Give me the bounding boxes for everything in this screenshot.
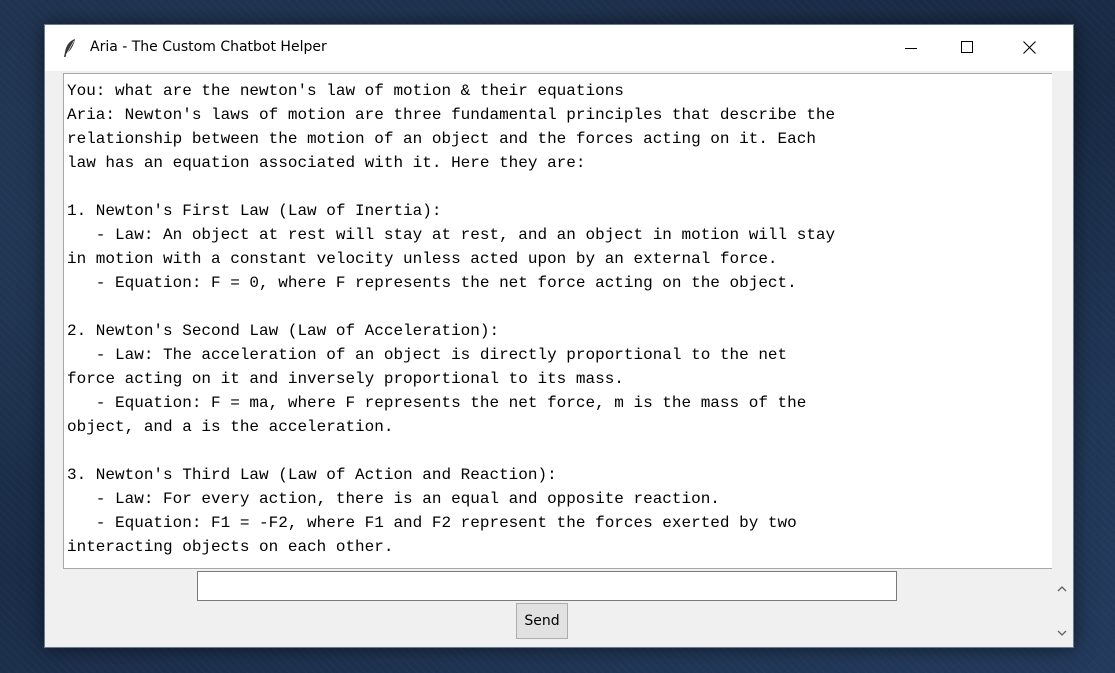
chat-line: 2. Newton's Second Law (Law of Accelerat… <box>67 322 500 340</box>
chat-line: in motion with a constant velocity unles… <box>67 250 778 268</box>
chat-line: - Law: For every action, there is an equ… <box>67 490 720 508</box>
minimize-button[interactable] <box>889 25 935 71</box>
maximize-button[interactable] <box>945 25 991 71</box>
chat-line: interacting objects on each other. <box>67 538 394 556</box>
window-title: Aria - The Custom Chatbot Helper <box>90 39 327 55</box>
chat-line: - Equation: F = ma, where F represents t… <box>67 394 807 412</box>
chat-line: 3. Newton's Third Law (Law of Action and… <box>67 466 557 484</box>
app-window: Aria - The Custom Chatbot Helper You: wh… <box>44 24 1074 648</box>
chat-line: 1. Newton's First Law (Law of Inertia): <box>67 202 442 220</box>
chat-line: - Law: An object at rest will stay at re… <box>67 226 836 244</box>
chat-line: - Equation: F = 0, where F represents th… <box>67 274 797 292</box>
maximize-icon <box>961 41 973 53</box>
chat-transcript: You: what are the newton's law of motion… <box>67 79 835 559</box>
chat-line <box>67 295 835 319</box>
close-button[interactable] <box>1007 25 1053 71</box>
title-bar[interactable]: Aria - The Custom Chatbot Helper <box>45 25 1073 71</box>
chat-line: Aria: Newton's laws of motion are three … <box>67 106 836 124</box>
chat-scrollbar[interactable] <box>1052 73 1072 647</box>
chat-line: force acting on it and inversely proport… <box>67 370 624 388</box>
minimize-icon <box>905 48 917 49</box>
chat-line: relationship between the motion of an ob… <box>67 130 816 148</box>
close-icon <box>1023 41 1036 54</box>
feather-icon <box>63 38 77 58</box>
chat-line: law has an equation associated with it. … <box>67 154 586 172</box>
chat-line: - Equation: F1 = -F2, where F1 and F2 re… <box>67 514 797 532</box>
chat-line <box>67 439 835 463</box>
send-button[interactable]: Send <box>516 603 568 639</box>
chat-line: You: what are the newton's law of motion… <box>67 82 624 100</box>
chevron-down-icon[interactable] <box>1054 625 1070 641</box>
chat-line: object, and a is the acceleration. <box>67 418 394 436</box>
chat-history[interactable]: You: what are the newton's law of motion… <box>63 73 1053 569</box>
chat-line <box>67 175 835 199</box>
message-input[interactable] <box>197 571 897 601</box>
chat-line: - Law: The acceleration of an object is … <box>67 346 788 364</box>
chevron-up-icon[interactable] <box>1054 581 1070 597</box>
